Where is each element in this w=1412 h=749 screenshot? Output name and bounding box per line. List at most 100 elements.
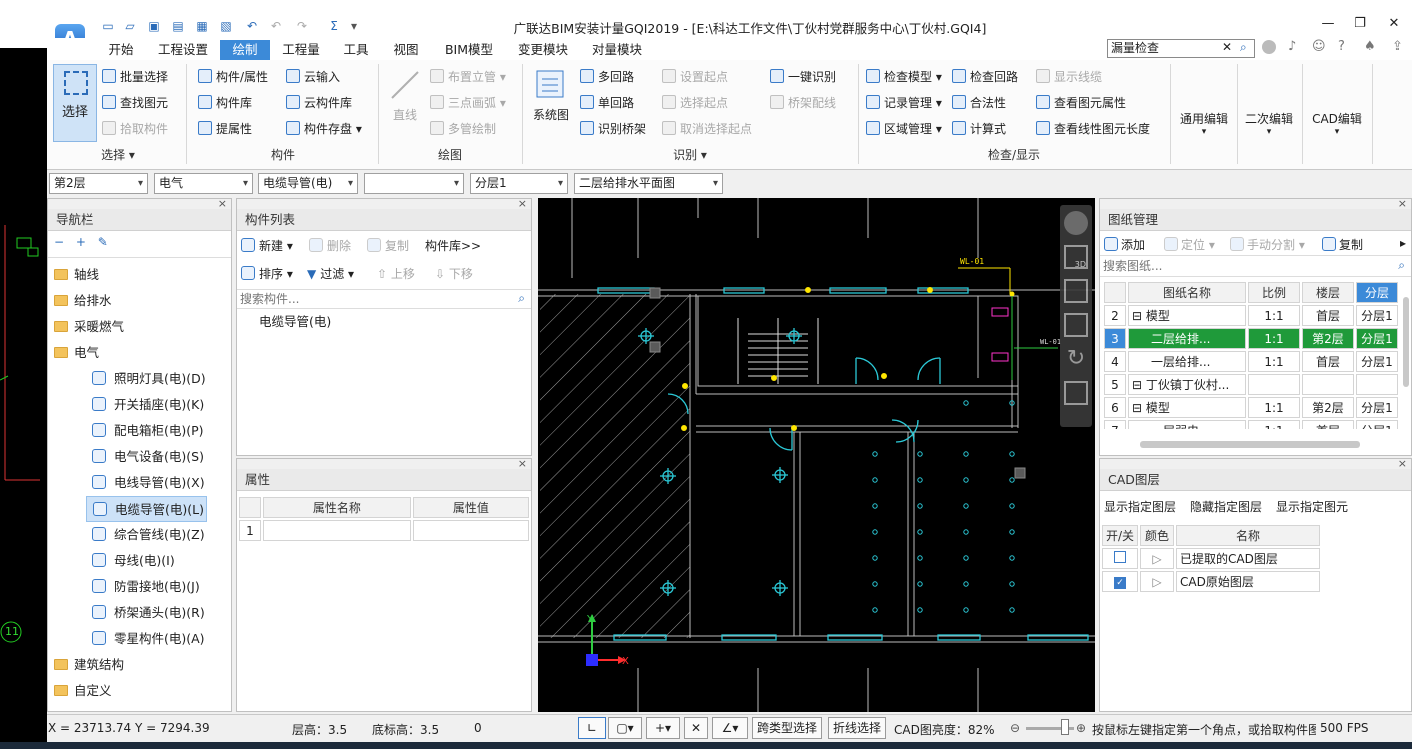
extract-property-button[interactable]: 提属性 [198,120,252,138]
line-button[interactable]: 直线 [386,106,424,123]
multi-loop-button[interactable]: 多回路 [580,68,634,86]
undo-icon[interactable]: ↶ [244,18,260,34]
three-point-arc-button[interactable]: 三点画弧 ▾ [430,94,506,112]
component-search-input[interactable] [237,290,507,308]
col-drawing-2[interactable]: 比例 [1248,282,1300,303]
complist-close-icon[interactable]: × [518,197,527,210]
locate-drawing-button[interactable]: 定位 ▾ [1164,236,1215,253]
floor-select[interactable]: 第2层 [49,173,148,194]
cross-toggle[interactable]: ✕ [684,717,708,739]
minimize-button[interactable]: — [1318,16,1338,31]
table-row[interactable]: ▷ 已提取的CAD图层 [1102,548,1320,569]
expand-all-icon[interactable]: + [76,235,86,249]
component-list-item[interactable]: 电缆导管(电) [237,309,531,330]
component-type-select[interactable]: 电缆导管(电) [258,173,358,194]
cad-canvas[interactable]: WL-01 WL-01 Y X [538,198,1095,712]
help-search-input[interactable]: 漏量检查 [1107,39,1255,58]
redo-icon[interactable]: ↷ [294,18,310,34]
col-drawing-1[interactable]: 图纸名称 [1128,282,1246,303]
upload-icon[interactable]: ⇪ [1392,39,1403,54]
cadlayer-close-icon[interactable]: × [1398,457,1407,470]
nav-child-item[interactable]: 综合管线(电)(Z) [54,522,231,548]
drawing-select[interactable]: 二层给排水平面图 [574,173,723,194]
nav-child-item[interactable]: 电线导管(电)(X) [54,470,231,496]
nav-child-item[interactable]: 母线(电)(I) [54,548,231,574]
pick-component-button[interactable]: 拾取构件 [102,120,168,138]
service-icon[interactable]: ☺ [1312,39,1326,54]
report-icon[interactable]: ▤ [170,18,186,34]
cloud-input-button[interactable]: 云输入 [286,68,340,86]
image-icon[interactable]: ▧ [218,18,234,34]
edit-nav-icon[interactable]: ✎ [98,235,108,249]
new-file-icon[interactable]: ▭ [100,18,116,34]
component-library-button[interactable]: 构件库 [198,94,252,112]
open-file-icon[interactable]: ▱ [122,18,138,34]
cancel-start-button[interactable]: 取消选择起点 [662,120,752,138]
group-label-select[interactable]: 选择 ▾ [53,146,183,163]
nav-group-item[interactable]: 建筑结构 [54,652,231,678]
one-click-identify-button[interactable]: 一键识别 [770,68,836,86]
clear-icon[interactable]: ✕ [1222,40,1232,54]
menu-tools[interactable]: 工具 [336,40,376,60]
layer-toggle-checkbox[interactable] [1114,551,1127,563]
view-element-property-button[interactable]: 查看图元属性 [1036,94,1126,112]
menu-project-settings[interactable]: 工程设置 [152,40,214,60]
brightness-minus-icon[interactable]: ⊖ [1010,721,1020,735]
nav-group-item[interactable]: 电气 [54,340,231,366]
nav-close-icon[interactable]: × [218,197,227,210]
component-save-button[interactable]: 构件存盘 ▾ [286,120,362,138]
single-loop-button[interactable]: 单回路 [580,94,634,112]
hide-layer-button[interactable]: 隐藏指定图层 [1190,498,1262,515]
check-loop-button[interactable]: 检查回路 [952,68,1018,86]
search-icon[interactable]: ⌕ [1398,258,1405,273]
discipline-select[interactable]: 电气 [154,173,253,194]
restore-button[interactable]: ❐ [1350,16,1370,31]
nav-child-item[interactable]: 零星构件(电)(A) [54,626,231,652]
batch-select-button[interactable]: 批量选择 [102,68,168,86]
table-row[interactable]: 7一层弱电...1:1首层分层1 [1104,420,1398,429]
component-library-link[interactable]: 构件库>> [425,237,481,254]
view-cube-icon[interactable] [1064,279,1088,303]
search-icon[interactable]: ⌕ [518,291,525,306]
general-edit-button[interactable]: 通用编辑 ▾ [1172,110,1236,137]
set-start-button[interactable]: 设置起点 [662,68,728,86]
filter-button[interactable]: ▼ 过滤 ▾ [307,265,354,282]
new-component-button[interactable]: 新建 ▾ [241,237,293,254]
save-icon[interactable]: ▣ [146,18,162,34]
nav-child-item[interactable]: 桥架通头(电)(R) [54,600,231,626]
user-avatar-icon[interactable] [1262,40,1276,54]
find-element-button[interactable]: 查找图元 [102,94,168,112]
menu-view[interactable]: 视图 [386,40,426,60]
col-drawing-3[interactable]: 楼层 [1302,282,1354,303]
component-property-button[interactable]: 构件/属性 [198,68,268,86]
place-riser-button[interactable]: 布置立管 ▾ [430,68,506,86]
collapse-all-icon[interactable]: − [54,235,64,249]
table-row[interactable]: 3 二层给排... 1:1 第2层 分层1 [1104,328,1398,349]
show-cables-button[interactable]: 显示线缆 [1036,68,1102,86]
close-button[interactable]: ✕ [1384,16,1404,31]
manual-split-button[interactable]: 手动分割 ▾ [1230,236,1305,253]
add-drawing-button[interactable]: 添加 [1104,236,1145,253]
nav-group-item[interactable]: 给排水 [54,288,231,314]
menu-start[interactable]: 开始 [100,40,142,60]
cross-type-select-button[interactable]: 跨类型选择 [752,717,822,739]
nav-group-item[interactable]: 采暖燃气 [54,314,231,340]
bell-icon[interactable]: ♪ [1288,39,1296,54]
check-model-button[interactable]: 检查模型 ▾ [866,68,942,86]
nav-child-item[interactable]: 配电箱柜(电)(P) [54,418,231,444]
shirt-icon[interactable]: ♠ [1364,39,1376,54]
table-row[interactable]: 2 ⊟ 模型 1:1 首层 分层1 [1104,305,1398,326]
tray-wiring-button[interactable]: 桥架配线 [770,94,836,112]
props-close-icon[interactable]: × [518,457,527,470]
nav-group-item[interactable]: 自定义 [54,678,231,704]
region-manage-button[interactable]: 区域管理 ▾ [866,120,942,138]
identify-tray-button[interactable]: 识别桥架 [580,120,646,138]
search-icon[interactable]: ⌕ [1240,40,1247,55]
menu-quantity[interactable]: 工程量 [276,40,326,60]
table-row[interactable]: 1 [239,520,529,541]
delete-component-button[interactable]: 删除 [309,237,351,254]
show-element-button[interactable]: 显示指定图元 [1276,498,1348,515]
menu-bim-model[interactable]: BIM模型 [438,40,500,60]
component-select[interactable] [364,173,464,194]
view-box-icon[interactable] [1064,313,1088,337]
